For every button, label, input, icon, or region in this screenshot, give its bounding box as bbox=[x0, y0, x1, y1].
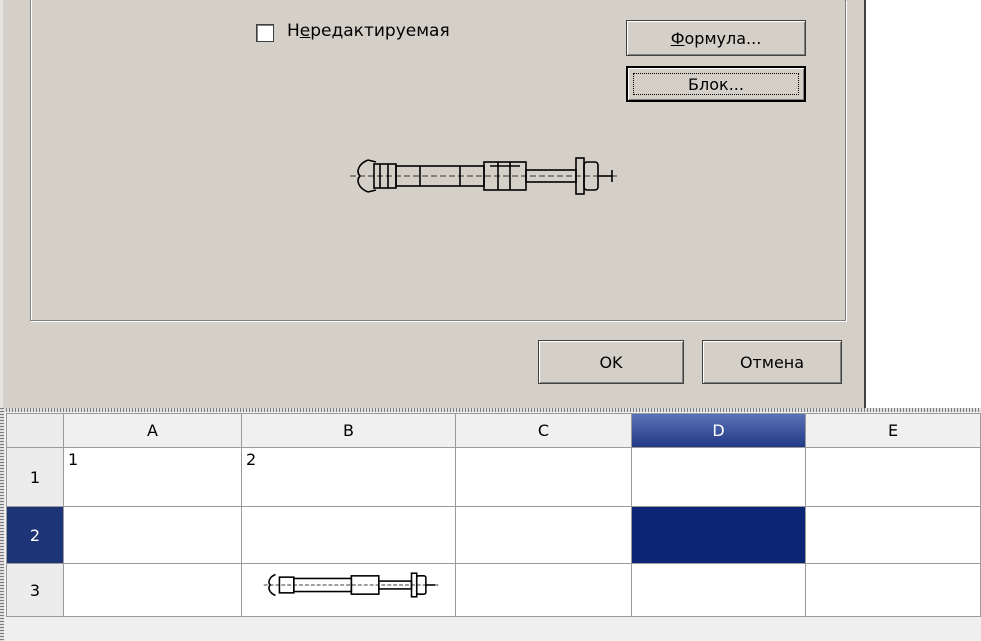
column-header-label: D bbox=[712, 421, 725, 440]
column-header-label: A bbox=[147, 421, 158, 440]
row-header-label: 2 bbox=[29, 525, 41, 545]
cell-a1[interactable]: 1 bbox=[64, 448, 242, 507]
column-header-label: B bbox=[343, 421, 354, 440]
column-header-label: C bbox=[537, 421, 550, 440]
column-header-e[interactable]: E bbox=[806, 413, 981, 448]
row-header-3[interactable]: 3 bbox=[6, 564, 64, 617]
readonly-checkbox[interactable] bbox=[256, 24, 274, 42]
sheet-top-border bbox=[0, 408, 981, 412]
ok-button[interactable]: OK bbox=[538, 340, 684, 384]
cell-value: 2 bbox=[246, 450, 257, 469]
formula-button[interactable]: Формула... bbox=[626, 20, 806, 56]
cell-b1[interactable]: 2 bbox=[242, 448, 456, 507]
ok-button-label: OK bbox=[599, 352, 623, 372]
cell-c2[interactable] bbox=[456, 507, 632, 564]
cell-c3[interactable] bbox=[456, 564, 632, 617]
cell-b2[interactable] bbox=[242, 507, 456, 564]
row-header-1[interactable]: 1 bbox=[6, 448, 64, 507]
sheet-left-border bbox=[0, 408, 4, 641]
cell-d3[interactable] bbox=[632, 564, 806, 617]
cell-c1[interactable] bbox=[456, 448, 632, 507]
cell-value: 1 bbox=[68, 450, 79, 469]
column-header-d[interactable]: D bbox=[632, 413, 806, 448]
dialog-edge bbox=[0, 0, 3, 408]
formula-button-label: Формула... bbox=[670, 28, 762, 48]
cell-b3[interactable] bbox=[242, 564, 456, 617]
focus-ring bbox=[633, 73, 799, 95]
anchor-bolt-drawing-icon bbox=[350, 157, 618, 195]
column-header-b[interactable]: B bbox=[242, 413, 456, 448]
row-header-label: 1 bbox=[29, 467, 41, 487]
cancel-button[interactable]: Отмена bbox=[702, 340, 842, 384]
cell-a3[interactable] bbox=[64, 564, 242, 617]
cell-d1[interactable] bbox=[632, 448, 806, 507]
readonly-checkbox-label[interactable]: Нередактируемая bbox=[287, 21, 450, 41]
block-button[interactable]: Блок... bbox=[626, 66, 806, 102]
cell-e1[interactable] bbox=[806, 448, 981, 507]
cell-a2[interactable] bbox=[64, 507, 242, 564]
cell-d2-selected[interactable] bbox=[632, 507, 806, 564]
row-header-2[interactable]: 2 bbox=[6, 507, 64, 564]
anchor-bolt-drawing-icon bbox=[263, 572, 439, 598]
cell-e3[interactable] bbox=[806, 564, 981, 617]
select-all-corner[interactable] bbox=[6, 413, 64, 448]
row-header-label: 3 bbox=[29, 580, 41, 600]
column-header-c[interactable]: C bbox=[456, 413, 632, 448]
cell-e2[interactable] bbox=[806, 507, 981, 564]
column-header-a[interactable]: A bbox=[64, 413, 242, 448]
cancel-button-label: Отмена bbox=[739, 352, 805, 372]
column-header-label: E bbox=[887, 421, 899, 440]
